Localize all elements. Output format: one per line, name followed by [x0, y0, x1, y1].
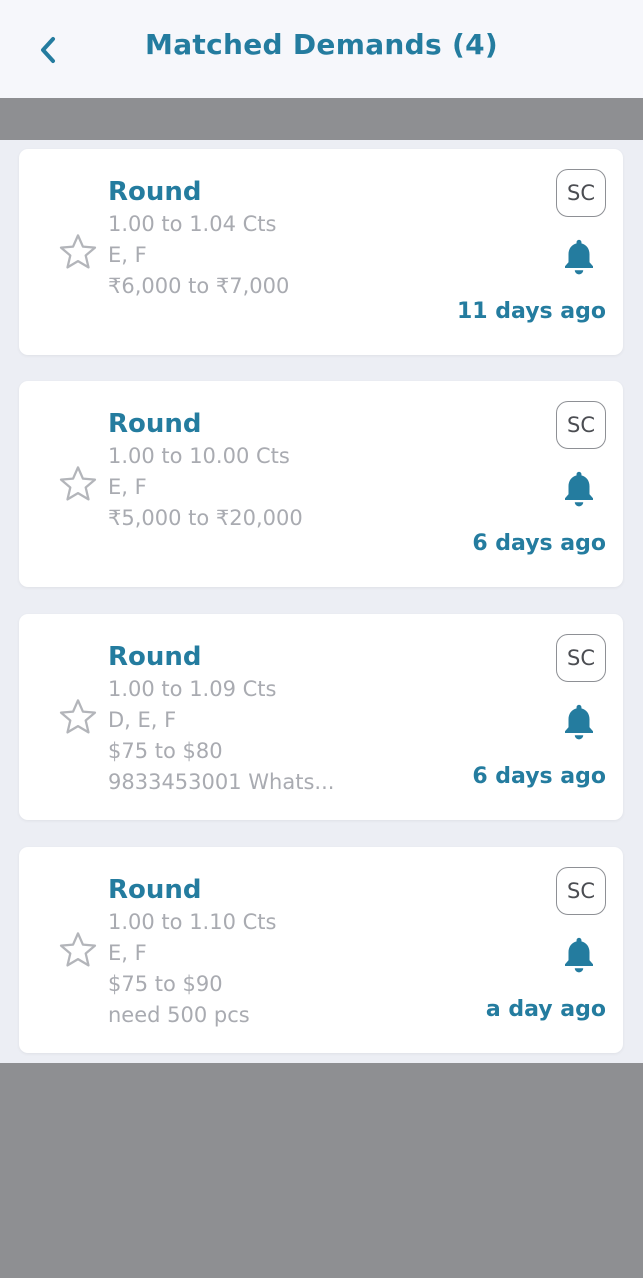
- carat-range: 1.00 to 1.10 Cts: [108, 910, 277, 934]
- card-content: Round 1.00 to 10.00 Cts E, F ₹5,000 to ₹…: [108, 407, 488, 534]
- card-content: Round 1.00 to 1.10 Cts E, F $75 to $90 n…: [108, 873, 488, 1031]
- color-grades: E, F: [108, 243, 147, 267]
- price-range: $75 to $80: [108, 739, 223, 763]
- bell-icon[interactable]: [558, 467, 600, 511]
- color-grades: E, F: [108, 941, 147, 965]
- shape-label: Round: [108, 177, 202, 207]
- sc-badge[interactable]: SC: [556, 867, 606, 915]
- star-outline-icon[interactable]: [57, 231, 99, 273]
- carat-range: 1.00 to 1.04 Cts: [108, 212, 277, 236]
- star-outline-icon[interactable]: [57, 696, 99, 738]
- time-ago: a day ago: [485, 997, 606, 1022]
- shape-label: Round: [108, 642, 202, 672]
- card-content: Round 1.00 to 1.09 Cts D, E, F $75 to $8…: [108, 640, 488, 798]
- page-title: Matched Demands (4): [145, 28, 498, 61]
- bell-icon[interactable]: [558, 700, 600, 744]
- sc-badge[interactable]: SC: [556, 634, 606, 682]
- star-outline-icon[interactable]: [57, 463, 99, 505]
- sc-badge[interactable]: SC: [556, 401, 606, 449]
- demand-card[interactable]: Round 1.00 to 1.04 Cts E, F ₹6,000 to ₹7…: [19, 149, 623, 355]
- card-content: Round 1.00 to 1.04 Cts E, F ₹6,000 to ₹7…: [108, 175, 488, 302]
- header-shadow-strip: [0, 98, 643, 140]
- demand-card[interactable]: Round 1.00 to 1.09 Cts D, E, F $75 to $8…: [19, 614, 623, 820]
- app-header: Matched Demands (4): [0, 0, 643, 98]
- demand-card[interactable]: Round 1.00 to 1.10 Cts E, F $75 to $90 n…: [19, 847, 623, 1053]
- time-ago: 6 days ago: [472, 531, 606, 556]
- bell-icon[interactable]: [558, 933, 600, 977]
- shape-label: Round: [108, 875, 202, 905]
- carat-range: 1.00 to 10.00 Cts: [108, 444, 290, 468]
- color-grades: E, F: [108, 475, 147, 499]
- demand-list: Round 1.00 to 1.04 Cts E, F ₹6,000 to ₹7…: [0, 140, 643, 1063]
- demand-card[interactable]: Round 1.00 to 10.00 Cts E, F ₹5,000 to ₹…: [19, 381, 623, 587]
- price-range: $75 to $90: [108, 972, 223, 996]
- carat-range: 1.00 to 1.09 Cts: [108, 677, 277, 701]
- shape-label: Round: [108, 409, 202, 439]
- remark: need 500 pcs: [108, 1003, 250, 1027]
- color-grades: D, E, F: [108, 708, 177, 732]
- time-ago: 11 days ago: [457, 299, 606, 324]
- price-range: ₹5,000 to ₹20,000: [108, 506, 303, 530]
- price-range: ₹6,000 to ₹7,000: [108, 274, 290, 298]
- star-outline-icon[interactable]: [57, 929, 99, 971]
- sc-badge[interactable]: SC: [556, 169, 606, 217]
- bell-icon[interactable]: [558, 235, 600, 279]
- time-ago: 6 days ago: [472, 764, 606, 789]
- remark: 9833453001 Whats...: [108, 770, 335, 794]
